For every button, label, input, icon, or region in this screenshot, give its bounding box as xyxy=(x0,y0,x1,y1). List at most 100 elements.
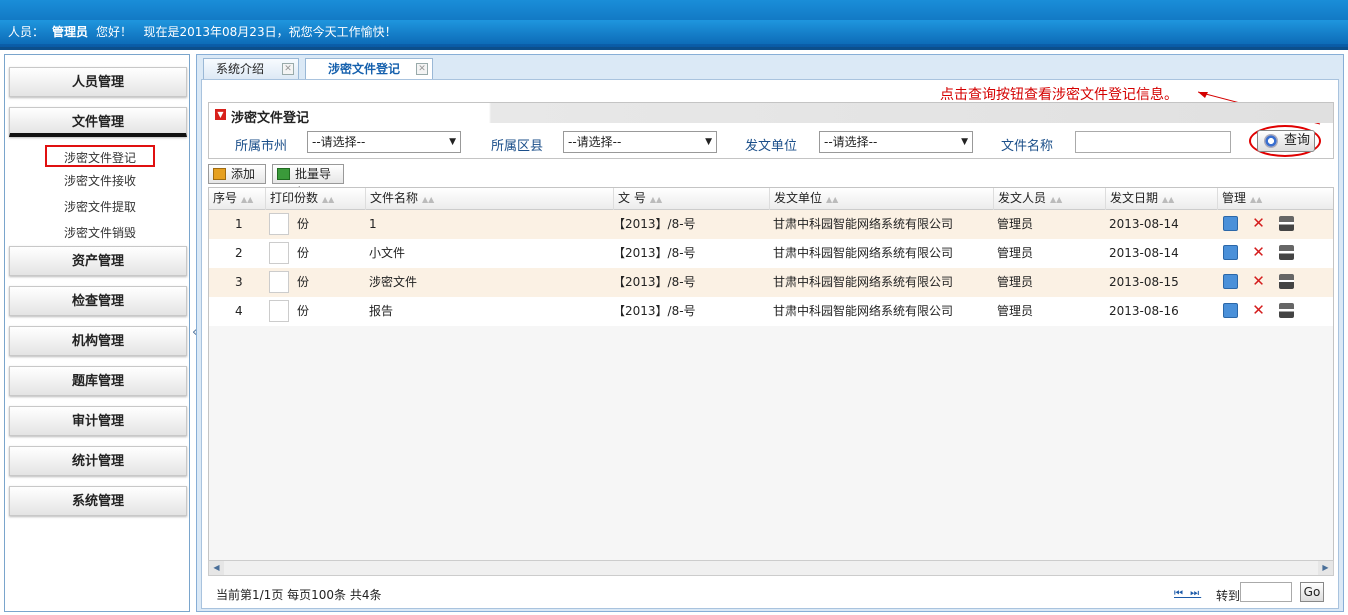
cell-no: 2 xyxy=(235,246,243,260)
cell-unit: 份 xyxy=(297,304,310,318)
city-select[interactable]: --请选择-- ▼ xyxy=(307,131,461,153)
delete-x-icon[interactable]: ✕ xyxy=(1251,245,1266,260)
close-icon[interactable]: ✕ xyxy=(416,63,428,75)
menu-inspection[interactable]: 检查管理 xyxy=(9,286,187,316)
magnifier-icon[interactable] xyxy=(1223,245,1238,260)
printer-icon[interactable] xyxy=(1279,245,1294,260)
tab-content: 点击查询按钮查看涉密文件登记信息。 ▼ 涉密文件登记 所属市州 --请选择-- ▼… xyxy=(201,79,1339,609)
tab-secret-file-register[interactable]: 涉密文件登记 ✕ xyxy=(305,58,433,79)
go-button[interactable]: Go xyxy=(1300,582,1324,602)
goto-label: 转到 xyxy=(1216,589,1241,603)
col-label: 文件名称 xyxy=(370,191,419,205)
greeting-text: 您好！ xyxy=(96,25,133,39)
col-person[interactable]: 发文人员 ▲▲ xyxy=(993,188,1105,210)
table-row[interactable]: 4 份 报告 【2013】/8-号 甘肃中科园智能网络系统有限公司 管理员 20… xyxy=(209,297,1333,326)
tab-system-intro[interactable]: 系统介绍 ✕ xyxy=(203,58,299,79)
edit-icon xyxy=(213,168,226,180)
query-button-label: 查询 xyxy=(1284,133,1311,148)
page-nav-icons[interactable]: ⏮ ⏭ xyxy=(1174,588,1201,599)
delete-x-icon[interactable]: ✕ xyxy=(1251,303,1266,318)
submenu-secret-file-register[interactable]: 涉密文件登记 xyxy=(45,145,155,167)
chevron-down-icon: ▼ xyxy=(961,137,968,147)
search-panel: ▼ 涉密文件登记 所属市州 --请选择-- ▼ 所属区县 --请选择-- ▼ 发文单… xyxy=(208,102,1334,159)
city-label: 所属市州 xyxy=(235,139,288,154)
cell-doc-no: 【2013】/8-号 xyxy=(613,246,696,260)
cell-date: 2013-08-15 xyxy=(1109,275,1179,289)
menu-statistics[interactable]: 统计管理 xyxy=(9,446,187,476)
table-header: 序号 ▲▲ 打印份数 ▲▲ 文件名称 ▲▲ 文 号 ▲▲ 发文单位 ▲▲ 发文人员 ▲▲ 发… xyxy=(209,188,1333,210)
cell-filename: 1 xyxy=(369,217,377,231)
menu-system[interactable]: 系统管理 xyxy=(9,486,187,516)
col-filename[interactable]: 文件名称 ▲▲ xyxy=(365,188,613,210)
col-label: 发文单位 xyxy=(774,191,823,205)
welcome-bar: 人员： 管理员 您好！ 现在是2013年08月23日，祝您今天工作愉快！ xyxy=(0,20,1348,44)
issuer-select[interactable]: --请选择-- ▼ xyxy=(819,131,973,153)
col-copies[interactable]: 打印份数 ▲▲ xyxy=(265,188,365,210)
add-button[interactable]: 添加 xyxy=(208,164,266,184)
cell-issuer: 甘肃中科园智能网络系统有限公司 xyxy=(773,304,954,318)
cell-no: 1 xyxy=(235,217,243,231)
import-icon xyxy=(277,168,290,180)
printer-icon[interactable] xyxy=(1279,274,1294,289)
delete-x-icon[interactable]: ✕ xyxy=(1251,216,1266,231)
search-panel-header: ▼ 涉密文件登记 xyxy=(209,103,1333,126)
tab-label: 涉密文件登记 xyxy=(328,62,401,76)
submenu-secret-file-extract[interactable]: 涉密文件提取 xyxy=(45,196,155,218)
cell-issuer: 甘肃中科园智能网络系统有限公司 xyxy=(773,275,954,289)
copies-input[interactable] xyxy=(269,213,289,235)
magnifier-icon[interactable] xyxy=(1223,303,1238,318)
menu-personnel[interactable]: 人员管理 xyxy=(9,67,187,97)
district-select-value: --请选择-- xyxy=(568,135,622,149)
top-header: 人员： 管理员 您好！ 现在是2013年08月23日，祝您今天工作愉快！ xyxy=(0,0,1348,50)
submenu-secret-file-destroy[interactable]: 涉密文件销毁 xyxy=(45,222,155,244)
scroll-right-icon[interactable]: ▶ xyxy=(1318,561,1333,575)
table-row[interactable]: 3 份 涉密文件 【2013】/8-号 甘肃中科园智能网络系统有限公司 管理员 … xyxy=(209,268,1333,297)
cell-unit: 份 xyxy=(297,275,310,289)
menu-assets[interactable]: 资产管理 xyxy=(9,246,187,276)
goto-page-input[interactable] xyxy=(1240,582,1292,602)
submenu-secret-file-receive[interactable]: 涉密文件接收 xyxy=(45,170,155,192)
chevron-down-icon: ▼ xyxy=(449,137,456,147)
cell-unit: 份 xyxy=(297,217,310,231)
col-date[interactable]: 发文日期 ▲▲ xyxy=(1105,188,1217,210)
col-manage[interactable]: 管理 ▲▲ xyxy=(1217,188,1333,210)
printer-icon[interactable] xyxy=(1279,303,1294,318)
col-issuer[interactable]: 发文单位 ▲▲ xyxy=(769,188,993,210)
col-label: 打印份数 xyxy=(270,191,319,205)
sort-icon: ▲▲ xyxy=(322,195,335,204)
query-button[interactable]: 查询 xyxy=(1257,130,1315,152)
col-label: 序号 xyxy=(213,191,238,205)
horizontal-scrollbar[interactable]: ◀ ▶ xyxy=(208,560,1334,576)
cell-person: 管理员 xyxy=(997,275,1034,289)
printer-icon[interactable] xyxy=(1279,216,1294,231)
table-row[interactable]: 1 份 1 【2013】/8-号 甘肃中科园智能网络系统有限公司 管理员 201… xyxy=(209,210,1333,239)
filename-input[interactable] xyxy=(1075,131,1231,153)
magnifier-icon[interactable] xyxy=(1223,274,1238,289)
copies-input[interactable] xyxy=(269,271,289,293)
col-no[interactable]: 序号 ▲▲ xyxy=(209,188,265,210)
sort-icon: ▲▲ xyxy=(1250,195,1263,204)
delete-x-icon[interactable]: ✕ xyxy=(1251,274,1266,289)
cell-filename: 涉密文件 xyxy=(369,275,418,289)
add-button-label: 添加 xyxy=(231,167,256,181)
scroll-left-icon[interactable]: ◀ xyxy=(209,561,224,575)
menu-organization[interactable]: 机构管理 xyxy=(9,326,187,356)
cell-doc-no: 【2013】/8-号 xyxy=(613,217,696,231)
col-doc-no[interactable]: 文 号 ▲▲ xyxy=(613,188,769,210)
menu-file-management[interactable]: 文件管理 xyxy=(9,107,187,137)
sort-icon: ▲▲ xyxy=(649,195,663,204)
magnifier-icon[interactable] xyxy=(1223,216,1238,231)
close-icon[interactable]: ✕ xyxy=(282,63,294,75)
city-select-value: --请选择-- xyxy=(312,135,366,149)
tab-label: 系统介绍 xyxy=(216,62,265,76)
copies-input[interactable] xyxy=(269,300,289,322)
sort-icon: ▲▲ xyxy=(241,195,254,204)
district-select[interactable]: --请选择-- ▼ xyxy=(563,131,717,153)
menu-audit[interactable]: 审计管理 xyxy=(9,406,187,436)
table-row[interactable]: 2 份 小文件 【2013】/8-号 甘肃中科园智能网络系统有限公司 管理员 2… xyxy=(209,239,1333,268)
batch-import-button[interactable]: 批量导入 xyxy=(272,164,344,199)
cell-filename: 报告 xyxy=(369,304,394,318)
issuer-label: 发文单位 xyxy=(745,139,798,154)
copies-input[interactable] xyxy=(269,242,289,264)
menu-question-bank[interactable]: 题库管理 xyxy=(9,366,187,396)
